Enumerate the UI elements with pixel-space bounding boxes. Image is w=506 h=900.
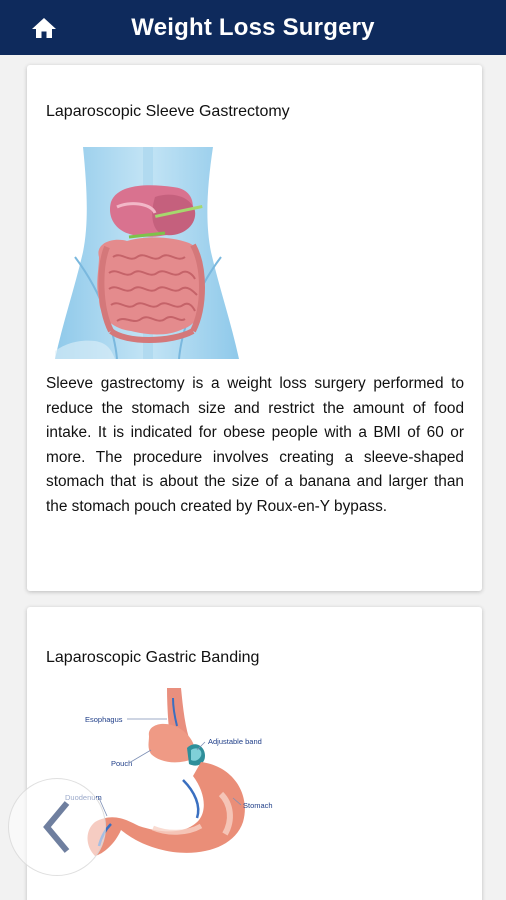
- label-pouch: Pouch: [111, 759, 132, 768]
- card-description: Sleeve gastrectomy is a weight loss surg…: [46, 375, 464, 515]
- card-title: Laparoscopic Gastric Banding: [46, 649, 260, 666]
- back-button[interactable]: [8, 778, 106, 876]
- label-adjustable-band: Adjustable band: [208, 737, 262, 746]
- label-stomach: Stomach: [243, 801, 273, 810]
- label-esophagus: Esophagus: [85, 715, 123, 724]
- chevron-left-icon: [43, 801, 70, 853]
- abdomen-anatomy-illustration: [55, 147, 239, 359]
- home-button[interactable]: [30, 16, 58, 40]
- card-title: Laparoscopic Sleeve Gastrectomy: [46, 103, 290, 120]
- page-title: Weight Loss Surgery: [131, 13, 375, 41]
- app-bar: Weight Loss Surgery: [0, 0, 506, 55]
- surgery-card-sleeve-gastrectomy: Laparoscopic Sleeve Gastrectomy Sleeve g…: [27, 65, 482, 591]
- home-icon: [32, 18, 56, 38]
- content-scroll[interactable]: Laparoscopic Sleeve Gastrectomy Sleeve g…: [0, 55, 506, 900]
